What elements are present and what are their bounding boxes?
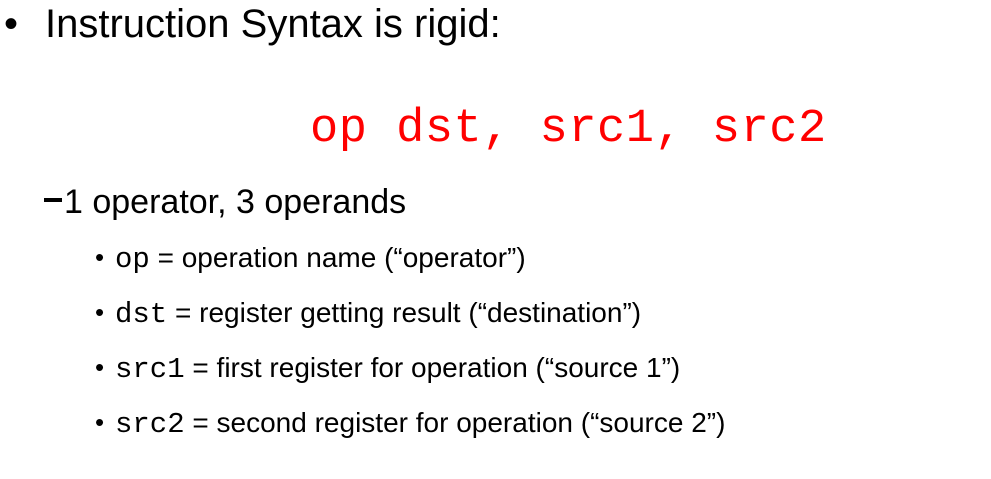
sub-point-text: 1 operator, 3 operands [64,183,407,221]
operand-description: = register getting result (“destination”… [167,297,642,328]
operand-description: = operation name (“operator”) [149,242,526,273]
dash-icon [44,198,62,203]
bullet-icon: • [95,242,105,272]
syntax-code: op dst, src1, src2 [310,103,827,156]
slide-heading: Instruction Syntax is rigid: [45,2,501,46]
operand-code: dst [115,298,168,331]
operand-description: = second register for operation (“source… [184,407,726,438]
operand-code: src1 [115,353,185,386]
operand-description: = first register for operation (“source … [184,352,681,383]
operand-code: op [115,243,150,276]
bullet-icon: • [4,2,19,46]
sub-point: 1 operator, 3 operands [44,183,406,222]
operand-code: src2 [115,408,185,441]
bullet-icon: • [95,352,105,382]
bullet-icon: • [95,407,105,437]
bullet-icon: • [95,297,105,327]
